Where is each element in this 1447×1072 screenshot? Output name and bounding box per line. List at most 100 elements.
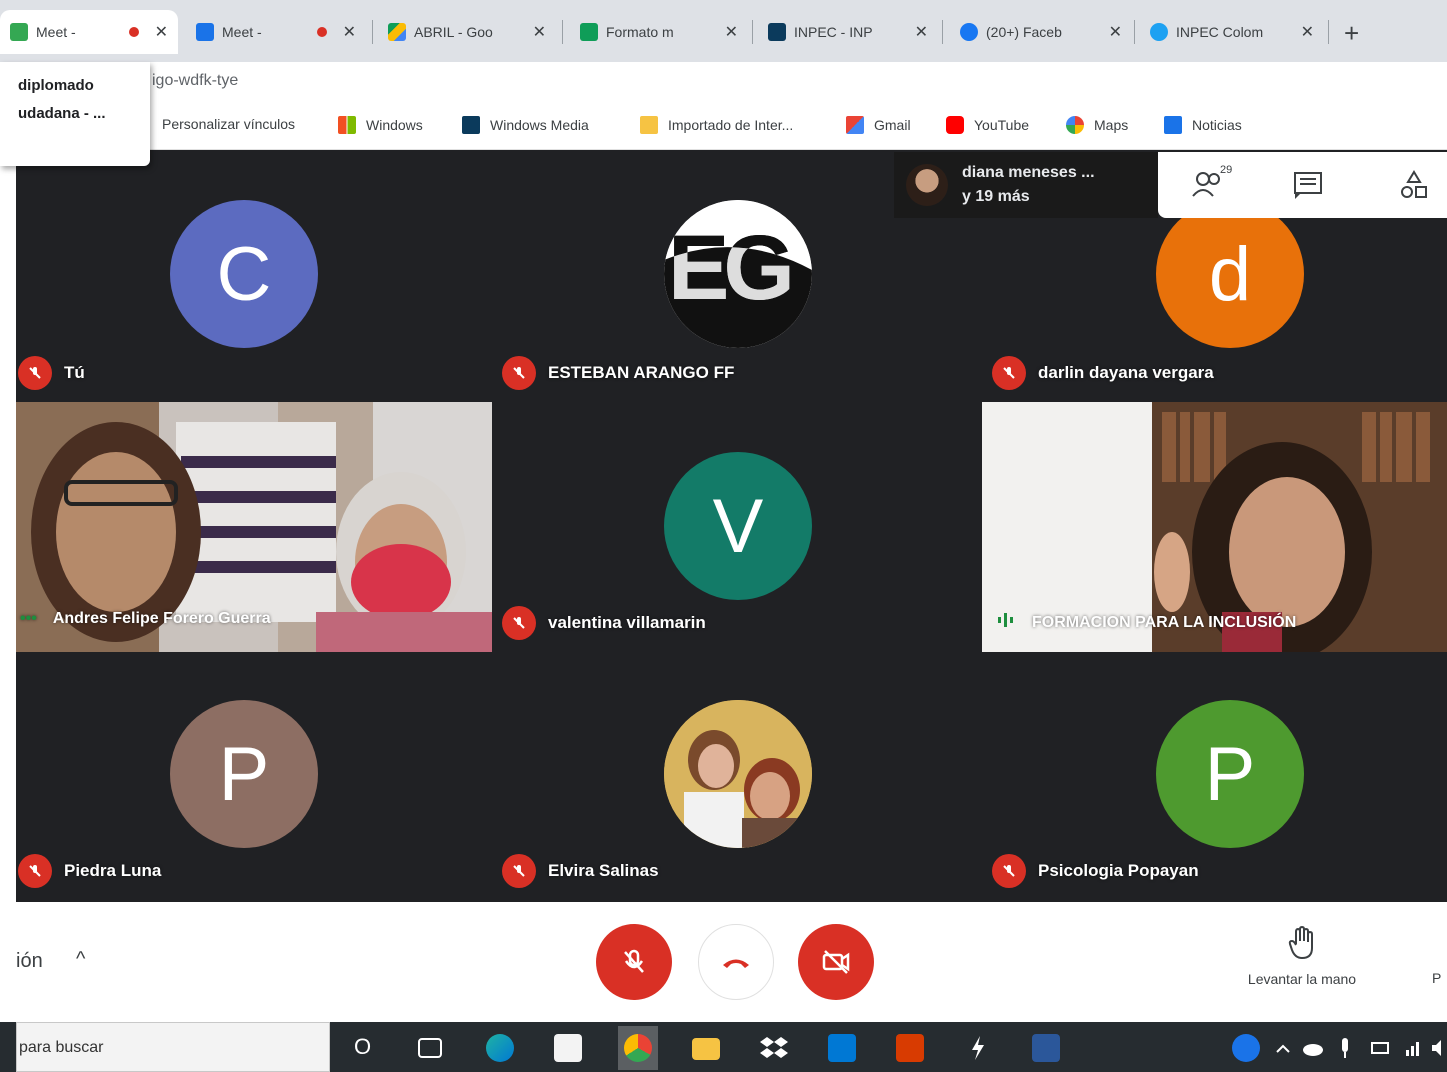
bookmark-importado[interactable]: Importado de Inter...	[640, 116, 793, 134]
participant-tile[interactable]: Elvira Salinas	[492, 652, 982, 902]
tab-formato[interactable]: Formato m ✕	[570, 10, 748, 54]
bookmark-windows-media[interactable]: Windows Media	[462, 116, 589, 134]
folder-icon	[640, 116, 658, 134]
battery-icon[interactable]	[1370, 1034, 1392, 1062]
close-tab-icon[interactable]: ✕	[343, 22, 356, 42]
task-view-icon[interactable]	[418, 1038, 442, 1058]
close-tab-icon[interactable]: ✕	[155, 22, 168, 42]
mail-icon[interactable]	[828, 1034, 856, 1062]
bookmarks-bar: Personalizar vínculos Windows Windows Me…	[0, 102, 1447, 150]
bookmark-label: Personalizar vínculos	[162, 116, 296, 132]
present-label[interactable]: P	[1432, 970, 1441, 986]
dropbox-icon[interactable]	[760, 1034, 788, 1062]
edge-icon[interactable]	[486, 1034, 514, 1062]
bookmark-label: Windows	[366, 117, 423, 133]
meeting-details-label[interactable]: ión	[16, 950, 43, 973]
tab-meet-active[interactable]: Meet - ✕	[0, 10, 178, 54]
chrome-taskbar-button[interactable]	[618, 1026, 658, 1070]
sheets-icon	[580, 23, 598, 41]
chevron-up-icon[interactable]: ^	[76, 948, 85, 971]
browser-tab-strip: Meet - ✕ Meet - ✕ ABRIL - Goo ✕ Formato …	[0, 0, 1447, 62]
cortana-icon[interactable]: O	[354, 1034, 371, 1060]
help-icon[interactable]	[1232, 1034, 1260, 1062]
tab-title: Meet -	[36, 24, 76, 40]
close-tab-icon[interactable]: ✕	[1301, 22, 1314, 42]
meet-icon	[10, 23, 28, 41]
search-placeholder: para buscar	[19, 1039, 104, 1056]
file-explorer-icon[interactable]	[692, 1038, 720, 1060]
windows-media-icon	[462, 116, 480, 134]
people-icon[interactable]: 29	[1192, 164, 1232, 200]
participant-tile-video[interactable]: ••• Andres Felipe Forero Guerra	[16, 402, 492, 652]
volume-icon[interactable]	[1430, 1034, 1446, 1062]
inpec-icon	[768, 23, 786, 41]
mic-off-icon	[502, 606, 536, 640]
mic-off-icon	[502, 356, 536, 390]
presenter-info[interactable]: diana meneses ... y 19 más	[894, 152, 1158, 218]
tab-title: Meet -	[222, 24, 262, 40]
presenter-name: diana meneses ...	[962, 164, 1095, 181]
omnibox-suggestions[interactable]: diplomado udadana - ...	[0, 62, 150, 166]
close-tab-icon[interactable]: ✕	[533, 22, 546, 42]
toggle-camera-button[interactable]	[798, 924, 874, 1000]
bookmark-label: Windows Media	[490, 117, 589, 133]
tab-inpec[interactable]: INPEC - INP ✕	[758, 10, 938, 54]
chat-icon[interactable]	[1292, 170, 1326, 200]
chrome-icon	[624, 1034, 652, 1062]
bookmark-label: Noticias	[1192, 117, 1242, 133]
toggle-mic-button[interactable]	[596, 924, 672, 1000]
taskbar-search[interactable]: para buscar	[16, 1022, 330, 1072]
tab-twitter[interactable]: INPEC Colom ✕	[1140, 10, 1324, 54]
office-icon[interactable]	[896, 1034, 924, 1062]
bookmark-personalizar[interactable]: Personalizar vínculos	[162, 116, 295, 132]
tab-abril[interactable]: ABRIL - Goo ✕	[378, 10, 556, 54]
suggestion-item[interactable]: udadana - ...	[18, 100, 150, 128]
avatar-logo: EG	[664, 200, 812, 348]
bookmark-noticias[interactable]: Noticias	[1164, 116, 1242, 134]
url-text[interactable]: igo-wdfk-tye	[152, 72, 238, 90]
tab-facebook[interactable]: (20+) Faceb ✕	[950, 10, 1132, 54]
bookmark-maps[interactable]: Maps	[1066, 116, 1128, 134]
word-icon[interactable]	[1032, 1034, 1060, 1062]
news-icon	[1164, 116, 1182, 134]
bookmark-label: Gmail	[874, 117, 911, 133]
participant-tile[interactable]: C Tú	[16, 150, 492, 402]
bolt-app-icon[interactable]	[964, 1034, 992, 1062]
close-tab-icon[interactable]: ✕	[915, 22, 928, 42]
bookmark-gmail[interactable]: Gmail	[846, 116, 911, 134]
bookmark-youtube[interactable]: YouTube	[946, 116, 1029, 134]
new-tab-button[interactable]: +	[1344, 18, 1359, 49]
close-tab-icon[interactable]: ✕	[725, 22, 738, 42]
participant-tile[interactable]: V valentina villamarin	[492, 402, 982, 652]
presenter-more: y 19 más	[962, 188, 1030, 205]
logo-text: EG	[668, 217, 795, 319]
address-bar[interactable]: igo-wdfk-tye	[0, 62, 1447, 102]
cloud-icon[interactable]	[1302, 1034, 1324, 1062]
store-icon[interactable]	[554, 1034, 582, 1062]
bookmark-windows[interactable]: Windows	[338, 116, 423, 134]
participant-tile[interactable]: P Piedra Luna	[16, 652, 492, 902]
windows-taskbar: para buscar O	[0, 1022, 1447, 1072]
participant-tile-video[interactable]: FORMACION PARA LA INCLUSIÓN	[982, 402, 1447, 652]
speaking-bars-icon	[996, 610, 1016, 635]
participant-name: Psicologia Popayan	[1038, 861, 1199, 880]
close-tab-icon[interactable]: ✕	[1109, 22, 1122, 42]
participant-tile[interactable]: P Psicologia Popayan	[982, 652, 1447, 902]
drive-icon	[388, 23, 406, 41]
participant-name: ESTEBAN ARANGO FF	[548, 363, 735, 382]
meet-icon	[196, 23, 214, 41]
network-icon[interactable]	[1404, 1034, 1422, 1062]
tab-title: (20+) Faceb	[986, 24, 1062, 40]
leave-call-button[interactable]	[698, 924, 774, 1000]
raise-hand-button[interactable]: Levantar la mano	[1222, 925, 1382, 987]
microphone-icon[interactable]	[1338, 1034, 1352, 1062]
suggestion-item[interactable]: diplomado	[18, 72, 150, 100]
tab-meet-2[interactable]: Meet - ✕	[186, 10, 366, 54]
windows-icon	[338, 116, 356, 134]
chevron-up-icon[interactable]	[1274, 1034, 1292, 1062]
meet-toolbar: 29	[1158, 152, 1447, 218]
activities-icon[interactable]	[1398, 170, 1432, 200]
avatar: V	[664, 452, 812, 600]
screen: Meet - ✕ Meet - ✕ ABRIL - Goo ✕ Formato …	[0, 0, 1447, 1072]
mic-off-icon	[992, 854, 1026, 888]
